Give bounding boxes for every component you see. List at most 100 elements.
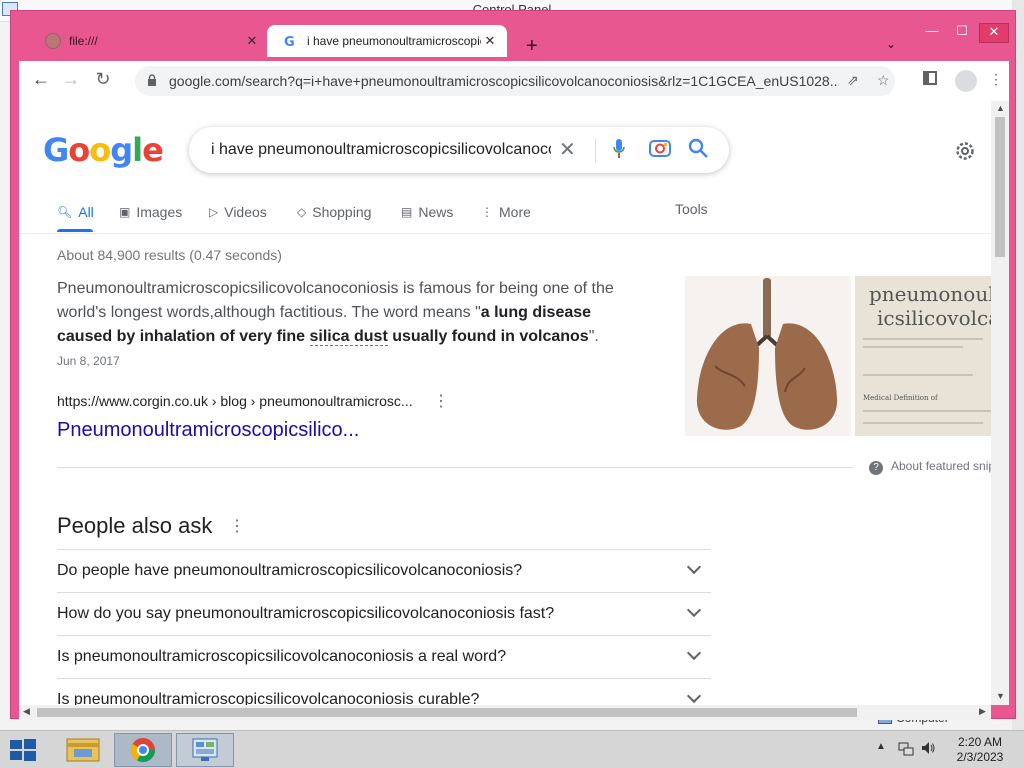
tab-title: i have pneumonoultramicroscopicsilicovol… (307, 34, 481, 48)
help-icon: ? (869, 461, 883, 475)
news-icon: ▤ (401, 205, 413, 219)
tab-title: file:/// (69, 34, 98, 48)
question-text: Is pneumonoultramicroscopicsilicovolcano… (57, 691, 480, 705)
search-icon[interactable] (687, 137, 709, 159)
people-also-ask-title: People also ask (57, 513, 213, 538)
logo-letter: o (68, 131, 90, 169)
show-hidden-icons-icon[interactable]: ▲ (876, 741, 886, 752)
scroll-left-icon[interactable]: ◀ (23, 706, 30, 717)
more-options-icon[interactable]: ⋮ (433, 391, 449, 411)
google-logo[interactable]: Google (43, 131, 164, 169)
minimize-button[interactable]: — (917, 23, 947, 43)
search-divider (595, 139, 596, 163)
tab-shopping[interactable]: ◇ Shopping (297, 201, 371, 223)
forward-button[interactable]: → (59, 69, 83, 93)
tab-shopping-label: Shopping (312, 204, 372, 220)
results-count: About 84,900 results (0.47 seconds) (57, 247, 282, 263)
globe-icon (45, 33, 61, 49)
tab-more-label: More (499, 204, 531, 220)
result-source-url[interactable]: https://www.corgin.co.uk › blog › pneumo… (57, 393, 413, 409)
file-explorer-taskbar-button[interactable] (54, 733, 112, 767)
profile-avatar-icon[interactable] (955, 70, 977, 92)
search-box[interactable]: i have pneumonoultramicroscopicsilicovol… (189, 127, 729, 173)
vertical-scrollbar[interactable]: ▲ ▼ (991, 101, 1009, 705)
clock-date: 2/3/2023 (956, 750, 1004, 764)
about-featured-snippets-link[interactable]: ? About featured snippets (869, 459, 991, 475)
reload-button[interactable]: ↻ (91, 69, 115, 93)
featured-snippet-text: Pneumonoultramicroscopicsilicovolcanocon… (57, 277, 637, 349)
tab-images[interactable]: ▣ Images (119, 201, 182, 223)
close-tab-icon[interactable]: ✕ (243, 33, 261, 49)
settings-gear-icon[interactable] (953, 139, 977, 163)
logo-letter: l (132, 131, 143, 169)
new-tab-button[interactable]: + (526, 35, 538, 58)
chevron-down-icon (686, 688, 702, 704)
google-favicon-icon: G (283, 33, 299, 50)
lungs-image[interactable] (685, 276, 851, 436)
tab-news-label: News (418, 204, 454, 220)
network-icon[interactable] (898, 740, 914, 756)
tab-more[interactable]: ⋮ More (481, 201, 531, 223)
question-text: Do people have pneumonoultramicroscopics… (57, 562, 523, 579)
chrome-taskbar-button[interactable] (114, 733, 172, 767)
scroll-right-icon[interactable]: ▶ (979, 706, 986, 717)
snippet-definition-link[interactable]: silica dust (309, 328, 388, 346)
scroll-up-icon[interactable]: ▲ (996, 103, 1005, 113)
search-icon: 🔍︎ (57, 205, 73, 219)
browser-menu-icon[interactable]: ⋮ (989, 71, 1003, 88)
scrollbar-thumb[interactable] (37, 708, 857, 717)
logo-letter: g (110, 131, 133, 169)
active-tab-underline (57, 229, 93, 232)
volume-icon[interactable] (920, 740, 936, 756)
tab-all[interactable]: 🔍︎ All (57, 201, 94, 232)
address-bar[interactable]: google.com/search?q=i+have+pneumonoultra… (135, 66, 895, 96)
google-results-page: Google i have pneumonoultramicroscopicsi… (19, 101, 991, 705)
lock-icon (148, 74, 156, 86)
chevron-down-icon (686, 559, 702, 575)
search-input[interactable]: i have pneumonoultramicroscopicsilicovol… (211, 141, 551, 159)
question-item[interactable]: Do people have pneumonoultramicroscopics… (57, 549, 711, 592)
about-featured-label: About featured snippets (891, 459, 991, 473)
control-panel-taskbar-button[interactable] (176, 733, 234, 767)
scrollbar-thumb[interactable] (995, 117, 1005, 257)
tab-news[interactable]: ▤ News (401, 201, 453, 223)
tab-images-label: Images (136, 204, 183, 220)
clear-search-icon[interactable]: ✕ (559, 137, 576, 162)
result-title-link[interactable]: Pneumonoultramicroscopicsilico... (57, 419, 359, 442)
bookmark-star-icon[interactable]: ☆ (877, 72, 890, 89)
lens-camera-icon[interactable] (649, 139, 671, 157)
side-panel-icon[interactable] (923, 71, 937, 85)
tab-search-chevron-icon[interactable]: ⌄ (886, 37, 896, 51)
question-item[interactable]: Is pneumonoultramicroscopicsilicovolcano… (57, 678, 711, 705)
back-button[interactable]: ← (29, 69, 53, 93)
horizontal-scrollbar[interactable]: ◀ ▶ (19, 705, 991, 720)
maximize-button[interactable]: ☐ (947, 23, 977, 43)
image-text: Medical Definition of (863, 394, 938, 402)
svg-text:G: G (284, 35, 295, 49)
taskbar: ▲ 2:20 AM 2/3/2023 (0, 730, 1024, 768)
tab-strip: file:/// ✕ G i have pneumonoultramicrosc… (19, 19, 1009, 61)
definition-image[interactable]: pneumonoultra icsilicovolcano Medical De… (855, 276, 991, 436)
image-icon: ▣ (119, 205, 131, 219)
system-clock[interactable]: 2:20 AM 2/3/2023 (944, 735, 1016, 765)
image-line (863, 338, 983, 340)
snippet-date: Jun 8, 2017 (57, 354, 120, 368)
close-tab-icon[interactable]: ✕ (481, 33, 499, 49)
question-item[interactable]: How do you say pneumonoultramicroscopics… (57, 592, 711, 635)
image-line (863, 422, 983, 424)
image-line (863, 346, 963, 348)
scroll-down-icon[interactable]: ▼ (996, 691, 1005, 701)
tools-button[interactable]: Tools (675, 201, 708, 217)
microphone-icon[interactable] (613, 138, 625, 160)
question-text: Is pneumonoultramicroscopicsilicovolcano… (57, 648, 507, 665)
question-item[interactable]: Is pneumonoultramicroscopicsilicovolcano… (57, 635, 711, 678)
tab-videos[interactable]: ▷ Videos (209, 201, 267, 223)
tab-google-search[interactable]: G i have pneumonoultramicroscopicsilicov… (267, 25, 507, 57)
tab-file[interactable]: file:/// ✕ (29, 25, 269, 57)
url-text: google.com/search?q=i+have+pneumonoultra… (169, 73, 839, 89)
close-window-button[interactable]: ✕ (979, 23, 1009, 43)
windows-start-icon[interactable] (8, 737, 38, 763)
share-icon[interactable]: ⇗ (847, 72, 859, 89)
more-options-icon[interactable]: ⋮ (229, 516, 245, 536)
search-nav-tabs: 🔍︎ All ▣ Images ▷ Videos ◇ Shopping ▤ News ⋮ M… (57, 201, 957, 233)
